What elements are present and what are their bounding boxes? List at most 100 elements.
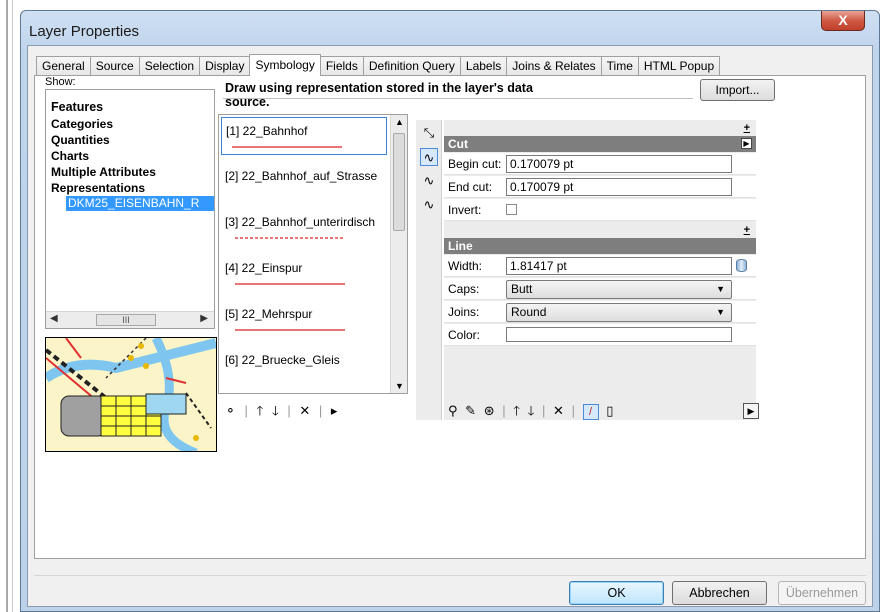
show-tree[interactable]: Features Categories Quantities Charts Mu… [45,89,215,329]
remove-rule-icon[interactable]: ✕ [299,403,310,418]
rule-item[interactable]: [3] 22_Bahnhof_unterirdisch [225,215,390,239]
width-row: Width: 1.81417 pt [444,255,756,277]
scroll-left-icon[interactable]: ◀ [50,313,58,324]
edit-pen-icon[interactable]: / [582,403,599,420]
color-row: Color: [444,324,756,346]
show-tree-hscrollbar[interactable]: ◀ III ▶ [46,311,214,328]
rule-item[interactable]: [5] 22_Mehrspur [225,307,390,331]
graphic-tools-strip: ⤡ ∿ ∿ ∿ [416,120,442,420]
add-geometric-effect-icon[interactable]: ✎ [465,403,476,418]
rule-label: [6] 22_Bruecke_Gleis [225,353,340,367]
scroll-thumb[interactable]: III [96,314,156,326]
add-rule-icon[interactable]: ⚬ [225,403,236,418]
move-down-icon[interactable]: 🡓 [528,403,535,418]
width-field[interactable]: 1.81417 pt [506,257,732,275]
close-button[interactable]: X [821,11,865,31]
caps-row: Caps: Butt ▼ [444,278,756,300]
show-item-features[interactable]: Features [46,98,214,116]
show-item-multiple-attributes[interactable]: Multiple Attributes [46,164,214,180]
rule-swatch [232,146,342,148]
scroll-down-icon[interactable]: ▼ [395,381,404,391]
apply-button[interactable]: Übernehmen [778,581,866,605]
rule-label: [2] 22_Bahnhof_auf_Strasse [225,169,378,183]
show-item-quantities[interactable]: Quantities [46,132,214,148]
dialog-body: General Source Selection Display Symbolo… [27,45,873,607]
invert-row: Invert: [444,199,756,221]
tab-strip: General Source Selection Display Symbolo… [36,54,721,76]
cancel-button[interactable]: Abbrechen [672,581,767,605]
add-layer-icon[interactable]: ⚲ [448,403,458,418]
rule-swatch [235,329,345,331]
stroke-layer-icon[interactable]: ∿ [420,172,438,190]
stroke-layer-icon[interactable]: ∿ [420,148,438,166]
tab-time[interactable]: Time [600,56,639,76]
layers-toolbar: ⚲ ✎ ⊛ | 🡑 🡓 | ✕ | / ▯ [448,403,614,420]
begin-cut-field[interactable]: 0.170079 pt [506,155,732,173]
rule-label: [1] 22_Bahnhof [226,124,308,138]
ok-button[interactable]: OK [569,581,664,605]
expand-icon[interactable]: + [744,224,750,236]
stroke-layer-icon[interactable]: ∿ [420,196,438,214]
tab-selection[interactable]: Selection [138,56,201,76]
divider [223,98,693,102]
tab-joins-relates[interactable]: Joins & Relates [506,56,602,76]
section-menu-icon[interactable]: ▶ [741,138,752,149]
tab-source[interactable]: Source [89,56,140,76]
rule-item[interactable]: [2] 22_Bahnhof_auf_Strasse [225,169,390,183]
rules-vscrollbar[interactable]: ▲ ▼ [390,115,407,393]
symbol-preview-image [45,337,217,452]
rules-toolbar: ⚬ | 🡑 🡓 | ✕ | ▸ [225,403,338,418]
joins-dropdown[interactable]: Round ▼ [506,303,732,322]
tab-display[interactable]: Display [199,56,251,76]
show-item-categories[interactable]: Categories [46,116,214,132]
tab-html-popup[interactable]: HTML Popup [637,56,721,76]
expand-icon[interactable]: + [744,122,750,134]
window-title: Layer Properties [29,23,140,40]
remove-layer-icon[interactable]: ✕ [553,403,564,418]
rule-item[interactable]: [6] 22_Bruecke_Gleis [225,353,390,367]
tab-symbology[interactable]: Symbology [249,54,321,76]
tab-labels[interactable]: Labels [459,56,508,76]
move-up-icon[interactable]: 🡑 [513,403,520,418]
move-down-icon[interactable]: 🡓 [272,403,279,418]
move-up-icon[interactable]: 🡑 [257,403,264,418]
show-item-representations[interactable]: Representations [46,180,214,196]
color-swatch[interactable] [506,327,732,342]
representation-rules-list[interactable]: [1] 22_Bahnhof [2] 22_Bahnhof_auf_Strass… [218,114,408,394]
rule-item[interactable]: [4] 22_Einspur [225,261,390,285]
import-button[interactable]: Import... [700,79,775,101]
layer-properties-dialog: Layer Properties X General Source Select… [20,10,880,612]
rule-item[interactable]: [1] 22_Bahnhof [221,117,387,155]
rule-label: [3] 22_Bahnhof_unterirdisch [225,215,376,229]
caps-dropdown[interactable]: Butt ▼ [506,280,732,299]
scroll-thumb[interactable] [393,133,405,231]
begin-cut-row: Begin cut: 0.170079 pt [444,153,756,175]
database-icon[interactable] [736,259,747,272]
invert-checkbox[interactable] [506,204,517,215]
rule-swatch [235,237,345,239]
tab-definition-query[interactable]: Definition Query [362,56,461,76]
joins-row: Joins: Round ▼ [444,301,756,323]
rule-swatch [235,283,345,285]
end-cut-field[interactable]: 0.170079 pt [506,178,732,196]
menu-arrow-icon[interactable]: ▸ [331,403,338,418]
scroll-up-icon[interactable]: ▲ [395,117,404,127]
chevron-down-icon: ▼ [716,284,725,294]
add-marker-placement-icon[interactable]: ⊛ [484,403,495,418]
scroll-right-icon[interactable]: ▶ [200,313,208,324]
show-label: Show: [45,76,76,88]
divider [34,575,866,576]
selection-tool-icon[interactable]: ⤡ [420,124,438,142]
database-icon[interactable]: ▯ [606,403,613,418]
show-item-representation-rule[interactable]: DKM25_EISENBAHN_R [66,196,214,211]
title-bar[interactable]: Layer Properties X [21,11,879,45]
tab-fields[interactable]: Fields [319,56,364,76]
end-cut-row: End cut: 0.170079 pt [444,176,756,198]
cut-section-header: Cut ▶ [444,136,756,152]
rule-label: [4] 22_Einspur [225,261,303,275]
renderer-description: Draw using representation stored in the … [225,81,533,109]
show-item-charts[interactable]: Charts [46,148,214,164]
symbology-page: Show: Features Categories Quantities Cha… [34,75,866,559]
panel-menu-arrow-icon[interactable]: ▶ [743,403,759,419]
tab-general[interactable]: General [36,56,91,76]
